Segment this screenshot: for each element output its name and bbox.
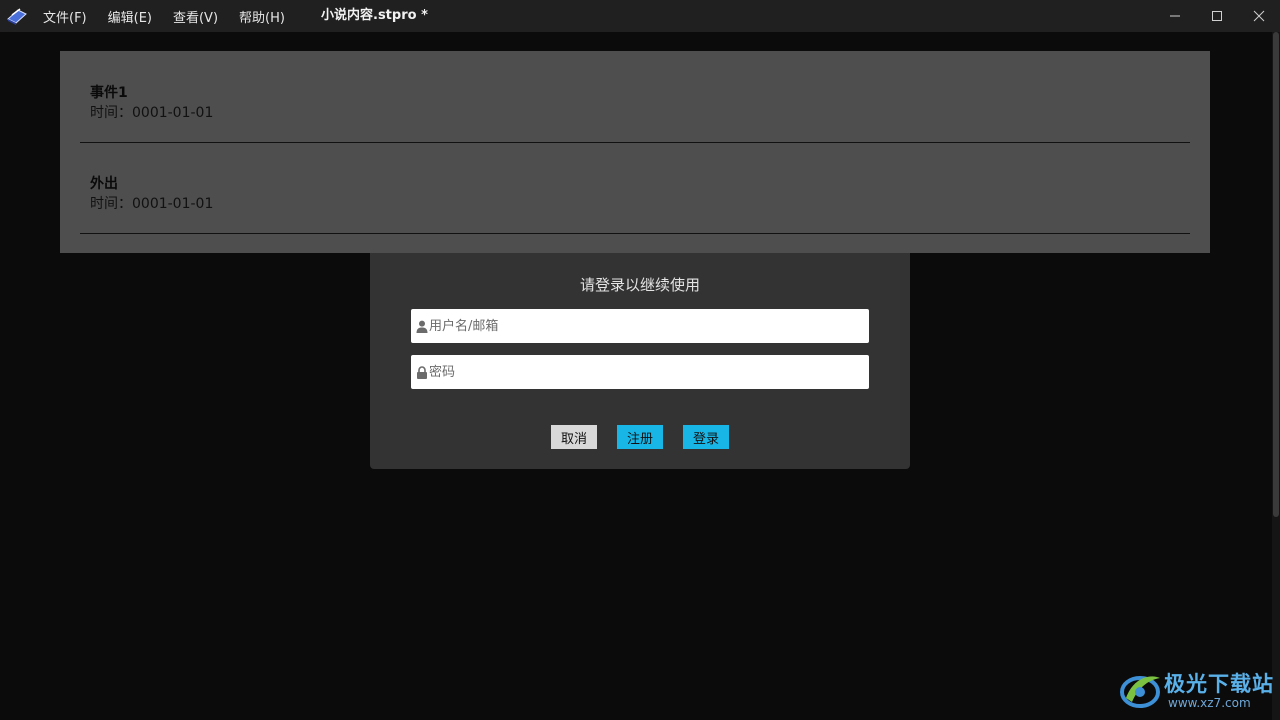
app-window: 文件(F) 编辑(E) 查看(V) 帮助(H) 小说内容.stpro * 事件1… <box>0 0 1280 720</box>
watermark-logo-icon <box>1120 676 1160 708</box>
maximize-button[interactable] <box>1196 0 1238 32</box>
event-title: 事件1 <box>90 85 128 101</box>
login-button[interactable]: 登录 <box>683 425 729 449</box>
app-logo-icon[interactable] <box>6 6 28 26</box>
event-item[interactable]: 事件1 时间：0001-01-01 <box>80 51 1190 143</box>
watermark-brand: 极光下载站 <box>1164 672 1274 696</box>
menu-edit[interactable]: 编辑(E) <box>108 7 152 26</box>
close-button[interactable] <box>1238 0 1280 32</box>
title-bar: 文件(F) 编辑(E) 查看(V) 帮助(H) 小说内容.stpro * <box>0 0 1280 32</box>
minimize-icon <box>1170 15 1180 17</box>
minimize-button[interactable] <box>1154 0 1196 32</box>
password-field[interactable] <box>411 355 869 389</box>
user-icon <box>416 320 428 333</box>
password-input[interactable] <box>429 357 859 387</box>
menu-view[interactable]: 查看(V) <box>173 7 218 26</box>
watermark: 极光下载站 www.xz7.com <box>1118 666 1276 714</box>
dialog-title: 请登录以继续使用 <box>579 276 700 294</box>
maximize-icon <box>1212 11 1222 21</box>
close-icon <box>1253 10 1265 22</box>
event-item[interactable]: 外出 时间：0001-01-01 <box>80 142 1190 234</box>
username-field[interactable] <box>411 309 869 343</box>
watermark-url: www.xz7.com <box>1168 696 1251 710</box>
window-controls <box>1154 0 1280 32</box>
menu-help[interactable]: 帮助(H) <box>239 7 285 26</box>
lock-icon <box>417 365 427 379</box>
register-button[interactable]: 注册 <box>617 425 663 449</box>
vertical-scrollbar[interactable] <box>1272 32 1280 720</box>
cancel-button[interactable]: 取消 <box>551 425 597 449</box>
login-dialog: 请登录以继续使用 取消 注册 登录 <box>370 253 910 469</box>
event-list: 事件1 时间：0001-01-01 外出 时间：0001-01-01 <box>60 51 1210 253</box>
document-title: 小说内容.stpro * <box>321 8 428 23</box>
event-title: 外出 <box>90 176 118 192</box>
scrollbar-thumb[interactable] <box>1273 32 1279 517</box>
event-time: 时间：0001-01-01 <box>90 105 214 121</box>
event-time: 时间：0001-01-01 <box>90 196 214 212</box>
menu-bar: 文件(F) 编辑(E) 查看(V) 帮助(H) <box>43 0 306 32</box>
menu-file[interactable]: 文件(F) <box>43 7 87 26</box>
username-input[interactable] <box>429 311 859 341</box>
